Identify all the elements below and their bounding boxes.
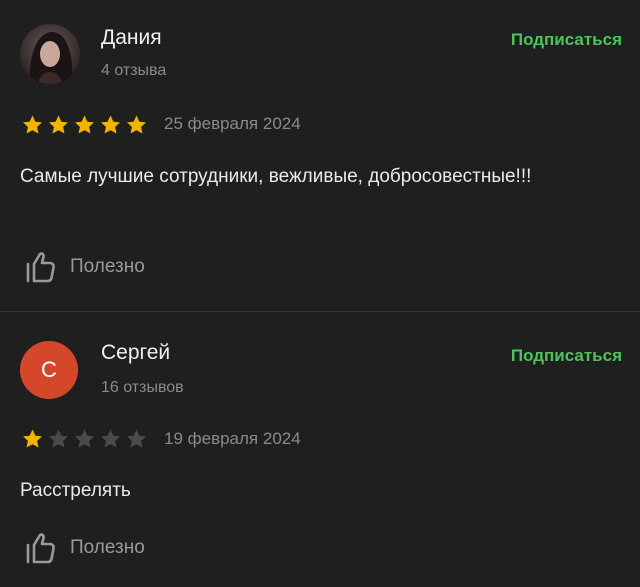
helpful-button[interactable]: Полезно: [24, 250, 145, 284]
star-icon: [124, 427, 149, 451]
star-icon: [72, 427, 97, 451]
divider: [0, 311, 640, 312]
subscribe-button[interactable]: Подписаться: [511, 30, 622, 50]
star-icon: [46, 427, 71, 451]
helpful-label: Полезно: [70, 537, 145, 558]
review-card: Дания 4 отзыва Подписаться 25 февраля 20…: [0, 0, 640, 312]
helpful-button[interactable]: Полезно: [24, 531, 145, 565]
review-text: Расстрелять: [20, 480, 131, 501]
thumbs-up-icon: [24, 250, 56, 284]
avatar[interactable]: [20, 24, 80, 84]
review-card: С Сергей 16 отзывов Подписаться 19 февра…: [0, 313, 640, 587]
thumbs-up-icon: [24, 531, 56, 565]
review-text: Самые лучшие сотрудники, вежливые, добро…: [20, 166, 532, 187]
helpful-label: Полезно: [70, 256, 145, 277]
star-icon: [98, 113, 123, 137]
review-count: 16 отзывов: [101, 379, 184, 396]
star-icon: [46, 113, 71, 137]
star-icon: [72, 113, 97, 137]
review-count: 4 отзыва: [101, 62, 167, 79]
avatar-letter: С: [41, 357, 57, 382]
avatar-photo: [20, 24, 80, 84]
rating-stars: [20, 427, 149, 451]
review-date: 19 февраля 2024: [164, 429, 301, 448]
review-date: 25 февраля 2024: [164, 114, 301, 133]
star-icon: [124, 113, 149, 137]
star-icon: [98, 427, 123, 451]
subscribe-button[interactable]: Подписаться: [511, 346, 622, 366]
avatar[interactable]: С: [20, 341, 78, 399]
star-icon: [20, 113, 45, 137]
star-icon: [20, 427, 45, 451]
author-name[interactable]: Дания: [101, 26, 162, 50]
author-name[interactable]: Сергей: [101, 341, 170, 365]
rating-stars: [20, 113, 149, 137]
